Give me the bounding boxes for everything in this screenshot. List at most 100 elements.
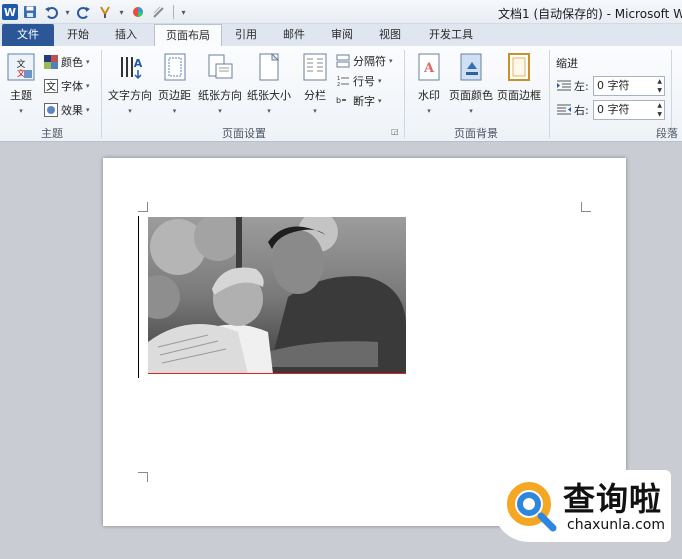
svg-text:A: A <box>423 61 435 76</box>
tab-page-layout[interactable]: 页面布局 <box>154 24 222 47</box>
theme-dropdown-icon: ▾ <box>19 107 23 115</box>
tab-references[interactable]: 引用 <box>226 24 266 46</box>
line-numbers-dropdown-icon: ▾ <box>378 77 382 85</box>
color-wheel-icon[interactable] <box>129 3 147 21</box>
text-direction-dropdown-icon: ▾ <box>128 107 132 115</box>
quick-access-toolbar: W ▾ ▾ ▾ <box>0 0 188 24</box>
group-label-page-background: 页面背景 <box>454 127 498 140</box>
watermark-dropdown-icon: ▾ <box>427 107 431 115</box>
breaks-dropdown-icon: ▾ <box>389 57 393 65</box>
margins-label: 页边距 <box>158 89 191 102</box>
title-bar: W ▾ ▾ ▾ 文档1 (自动保存的) - Microsoft Wo <box>0 0 682 24</box>
theme-button[interactable]: 文文 主题 ▾ <box>6 52 36 115</box>
svg-text:b: b <box>336 96 341 105</box>
page-border-button[interactable]: 页面边框 <box>497 52 541 103</box>
indent-right-icon <box>557 103 571 117</box>
columns-button[interactable]: 分栏 ▾ <box>300 52 330 115</box>
paper-size-icon <box>254 52 284 82</box>
magnifier-logo-icon <box>505 480 557 532</box>
tab-review[interactable]: 审阅 <box>322 24 362 46</box>
theme-fonts-button[interactable]: 文 字体 ▾ <box>44 78 90 94</box>
theme-icon: 文文 <box>6 52 36 82</box>
size-label: 纸张大小 <box>247 89 291 102</box>
fonts-label: 字体 <box>61 80 83 93</box>
margins-icon <box>160 52 190 82</box>
margin-mark-bottom-left <box>138 472 148 482</box>
columns-dropdown-icon: ▾ <box>313 107 317 115</box>
effects-dropdown-icon: ▾ <box>86 106 90 114</box>
line-numbers-icon: 12 <box>336 74 350 88</box>
breaks-button[interactable]: 分隔符 ▾ <box>336 53 393 69</box>
group-separator <box>549 50 550 138</box>
hyphenation-label: 断字 <box>353 95 375 108</box>
text-direction-button[interactable]: A 文字方向 ▾ <box>108 52 152 115</box>
watermark-label: 水印 <box>418 89 440 102</box>
tab-file[interactable]: 文件 <box>2 24 54 46</box>
tab-developer[interactable]: 开发工具 <box>418 24 484 46</box>
breaks-icon <box>336 54 350 68</box>
orientation-button[interactable]: 纸张方向 ▾ <box>198 52 242 115</box>
text-direction-label: 文字方向 <box>108 89 152 102</box>
line-numbers-button[interactable]: 12 行号 ▾ <box>336 73 382 89</box>
indent-right-spin-icon[interactable]: ▲ ▼ <box>657 101 662 119</box>
hyphenation-icon: b <box>336 94 350 108</box>
tab-insert[interactable]: 插入 <box>106 24 146 46</box>
qat-separator <box>173 5 174 19</box>
redo-icon[interactable] <box>75 3 93 21</box>
margins-button[interactable]: 页边距 ▾ <box>158 52 191 115</box>
watermark-icon: A <box>414 52 444 82</box>
pen-icon[interactable] <box>150 3 168 21</box>
indent-right-label: 右: <box>574 104 589 117</box>
undo-dropdown-icon[interactable]: ▾ <box>63 3 72 21</box>
hyphenation-button[interactable]: b 断字 ▾ <box>336 93 382 109</box>
indent-right-input[interactable]: 0 字符 ▲ ▼ <box>593 100 665 120</box>
group-label-paragraph: 段落 <box>656 127 678 140</box>
page-color-label: 页面颜色 <box>449 89 493 102</box>
colors-dropdown-icon: ▾ <box>86 58 90 66</box>
indent-label: 缩进 <box>556 57 578 70</box>
breaks-label: 分隔符 <box>353 55 386 68</box>
theme-colors-button[interactable]: 颜色 ▾ <box>44 54 90 70</box>
page-color-button[interactable]: 页面颜色 ▾ <box>449 52 493 115</box>
indent-left-spin-icon[interactable]: ▲ ▼ <box>657 77 662 95</box>
colors-label: 颜色 <box>61 56 83 69</box>
line-numbers-label: 行号 <box>353 75 375 88</box>
inserted-photo[interactable] <box>148 217 406 374</box>
format-dropdown-icon[interactable]: ▾ <box>117 3 126 21</box>
effects-label: 效果 <box>61 104 83 117</box>
indent-right-value: 0 字符 <box>597 103 630 116</box>
columns-label: 分栏 <box>304 89 326 102</box>
text-direction-icon: A <box>115 52 145 82</box>
orientation-dropdown-icon: ▾ <box>218 107 222 115</box>
page-setup-dialog-launcher-icon[interactable]: ◲ <box>391 127 399 136</box>
indent-left-label: 左: <box>574 80 589 93</box>
svg-text:A: A <box>134 57 143 70</box>
theme-effects-button[interactable]: 效果 ▾ <box>44 102 90 118</box>
window-title: 文档1 (自动保存的) - Microsoft Wo <box>498 7 682 21</box>
tab-mailings[interactable]: 邮件 <box>274 24 314 46</box>
size-button[interactable]: 纸张大小 ▾ <box>247 52 291 115</box>
margin-mark-top-left <box>138 202 148 212</box>
group-label-theme: 主题 <box>41 127 63 140</box>
format-painter-icon[interactable] <box>96 3 114 21</box>
columns-icon <box>300 52 330 82</box>
orientation-label: 纸张方向 <box>198 89 242 102</box>
hyphenation-dropdown-icon: ▾ <box>378 97 382 105</box>
fonts-icon: 文 <box>44 79 58 93</box>
margins-dropdown-icon: ▾ <box>172 107 177 115</box>
fonts-dropdown-icon: ▾ <box>86 82 90 90</box>
watermark-button[interactable]: A 水印 ▾ <box>414 52 444 115</box>
word-logo-icon[interactable]: W <box>2 4 18 20</box>
tab-view[interactable]: 视图 <box>370 24 410 46</box>
customize-qat-icon[interactable]: ▾ <box>179 3 188 21</box>
undo-icon[interactable] <box>42 3 60 21</box>
watermark-url: chaxunla.com <box>567 517 665 533</box>
save-icon[interactable] <box>21 3 39 21</box>
tab-home[interactable]: 开始 <box>58 24 98 46</box>
site-watermark: 查询啦 chaxunla.com <box>493 470 671 542</box>
indent-left-input[interactable]: 0 字符 ▲ ▼ <box>593 76 665 96</box>
svg-text:文: 文 <box>46 80 56 93</box>
size-dropdown-icon: ▾ <box>267 107 271 115</box>
page-border-label: 页面边框 <box>497 89 541 102</box>
theme-label: 主题 <box>10 89 32 102</box>
